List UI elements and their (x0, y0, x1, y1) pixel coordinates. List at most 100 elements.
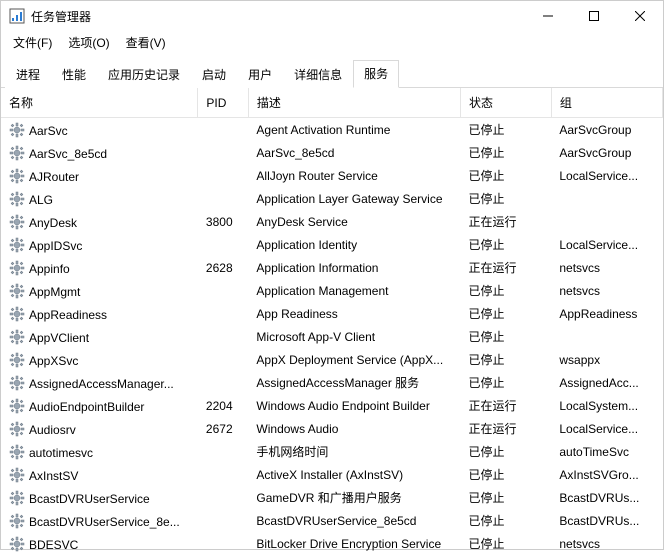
close-button[interactable] (617, 1, 663, 31)
service-row[interactable]: autotimesvc手机网络时间已停止autoTimeSvc (1, 440, 663, 463)
menu-options[interactable]: 选项(O) (62, 32, 115, 53)
tab-app-history[interactable]: 应用历史记录 (97, 61, 191, 88)
tab-users[interactable]: 用户 (237, 61, 283, 88)
gear-icon (9, 283, 25, 299)
col-header-name[interactable]: 名称 (1, 88, 198, 118)
service-name: ALG (29, 193, 53, 207)
service-name: Audiosrv (29, 423, 76, 437)
service-row[interactable]: AppVClientMicrosoft App-V Client已停止 (1, 325, 663, 348)
service-status: 已停止 (460, 279, 551, 302)
service-row[interactable]: AarSvc_8e5cdAarSvc_8e5cd已停止AarSvcGroup (1, 141, 663, 164)
service-group: LocalService... (551, 417, 662, 440)
window-controls (525, 1, 663, 31)
service-status: 已停止 (460, 463, 551, 486)
gear-icon (9, 421, 25, 437)
tab-performance[interactable]: 性能 (51, 61, 97, 88)
services-table: 名称 PID 描述 状态 组 AarSvcAgent Activation Ru… (1, 88, 663, 553)
service-name: AppReadiness (29, 308, 107, 322)
service-group: netsvcs (551, 256, 662, 279)
service-description: AppX Deployment Service (AppX... (248, 348, 460, 371)
service-description: AllJoyn Router Service (248, 164, 460, 187)
service-pid (198, 187, 248, 210)
service-group (551, 187, 662, 210)
service-pid: 2672 (198, 417, 248, 440)
service-description: Application Identity (248, 233, 460, 256)
menubar: 文件(F) 选项(O) 查看(V) (1, 31, 663, 53)
service-description: Application Layer Gateway Service (248, 187, 460, 210)
service-pid (198, 486, 248, 509)
tab-services[interactable]: 服务 (353, 60, 399, 88)
menu-file[interactable]: 文件(F) (7, 32, 58, 53)
service-row[interactable]: Audiosrv2672Windows Audio正在运行LocalServic… (1, 417, 663, 440)
service-status: 已停止 (460, 440, 551, 463)
service-row[interactable]: AssignedAccessManager...AssignedAccessMa… (1, 371, 663, 394)
service-description: 手机网络时间 (248, 440, 460, 463)
service-pid (198, 325, 248, 348)
menu-view[interactable]: 查看(V) (120, 32, 172, 53)
window-title: 任务管理器 (31, 8, 91, 25)
service-name: BDESVC (29, 538, 78, 552)
service-name: BcastDVRUserService (29, 492, 150, 506)
service-group: BcastDVRUs... (551, 509, 662, 532)
service-status: 已停止 (460, 371, 551, 394)
service-row[interactable]: AudioEndpointBuilder2204Windows Audio En… (1, 394, 663, 417)
service-status: 已停止 (460, 118, 551, 142)
service-row[interactable]: ALG Application Layer Gateway Service已停止 (1, 187, 663, 210)
col-header-pid[interactable]: PID (198, 88, 248, 118)
col-header-description[interactable]: 描述 (248, 88, 460, 118)
gear-icon (9, 214, 25, 230)
service-description: AarSvc_8e5cd (248, 141, 460, 164)
service-description: GameDVR 和广播用户服务 (248, 486, 460, 509)
service-row[interactable]: BcastDVRUserService GameDVR 和广播用户服务已停止Bca… (1, 486, 663, 509)
gear-icon (9, 306, 25, 322)
service-row[interactable]: AppXSvc AppX Deployment Service (AppX...已… (1, 348, 663, 371)
minimize-button[interactable] (525, 1, 571, 31)
tab-processes[interactable]: 进程 (5, 61, 51, 88)
service-name: AppXSvc (29, 354, 78, 368)
service-status: 已停止 (460, 141, 551, 164)
service-row[interactable]: AarSvcAgent Activation Runtime已停止AarSvcG… (1, 118, 663, 142)
service-row[interactable]: Appinfo2628Application Information正在运行ne… (1, 256, 663, 279)
service-pid (198, 279, 248, 302)
tab-startup[interactable]: 启动 (191, 61, 237, 88)
service-row[interactable]: AJRouter AllJoyn Router Service已停止LocalSe… (1, 164, 663, 187)
service-row[interactable]: AppMgmtApplication Management已停止netsvcs (1, 279, 663, 302)
service-pid (198, 118, 248, 142)
service-description: App Readiness (248, 302, 460, 325)
service-row[interactable]: AnyDesk3800AnyDesk Service正在运行 (1, 210, 663, 233)
col-header-group[interactable]: 组 (551, 88, 662, 118)
service-group: BcastDVRUs... (551, 486, 662, 509)
service-description: Application Management (248, 279, 460, 302)
service-name: Appinfo (29, 262, 70, 276)
service-pid (198, 440, 248, 463)
service-status: 已停止 (460, 348, 551, 371)
service-status: 正在运行 (460, 210, 551, 233)
services-table-wrap[interactable]: 名称 PID 描述 状态 组 AarSvcAgent Activation Ru… (1, 88, 663, 553)
service-name: AarSvc_8e5cd (29, 147, 107, 161)
gear-icon (9, 237, 25, 253)
service-row[interactable]: AxInstSVActiveX Installer (AxInstSV)已停止A… (1, 463, 663, 486)
tab-details[interactable]: 详细信息 (283, 61, 353, 88)
service-status: 已停止 (460, 486, 551, 509)
service-row[interactable]: AppIDSvcApplication Identity已停止LocalServ… (1, 233, 663, 256)
service-status: 正在运行 (460, 417, 551, 440)
col-header-status[interactable]: 状态 (460, 88, 551, 118)
service-status: 已停止 (460, 325, 551, 348)
service-description: ActiveX Installer (AxInstSV) (248, 463, 460, 486)
service-name: AssignedAccessManager... (29, 377, 174, 391)
service-row[interactable]: BcastDVRUserService_8e...BcastDVRUserSer… (1, 509, 663, 532)
gear-icon (9, 145, 25, 161)
titlebar: 任务管理器 (1, 1, 663, 31)
service-name: AJRouter (29, 170, 79, 184)
service-pid: 3800 (198, 210, 248, 233)
service-status: 已停止 (460, 164, 551, 187)
service-group: LocalService... (551, 164, 662, 187)
gear-icon (9, 375, 25, 391)
service-row[interactable]: AppReadinessApp Readiness已停止AppReadiness (1, 302, 663, 325)
service-status: 已停止 (460, 187, 551, 210)
service-pid (198, 463, 248, 486)
service-status: 已停止 (460, 509, 551, 532)
gear-icon (9, 329, 25, 345)
service-pid (198, 164, 248, 187)
maximize-button[interactable] (571, 1, 617, 31)
